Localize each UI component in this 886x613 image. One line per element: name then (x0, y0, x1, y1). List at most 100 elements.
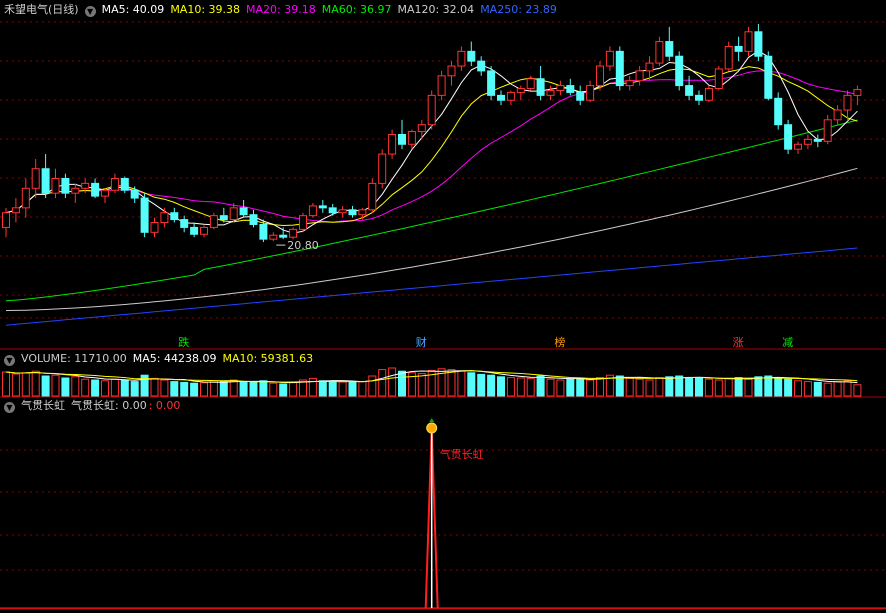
candle-body (200, 226, 208, 235)
candle-body (487, 70, 496, 96)
event-marker: 减 (782, 336, 793, 349)
candle-body (477, 60, 486, 72)
candle-body (764, 55, 773, 99)
volume-bar (635, 378, 644, 397)
candle-body (625, 80, 634, 87)
candle-body (437, 75, 446, 96)
volume-bar (685, 377, 694, 397)
candle-body (318, 205, 327, 209)
candle-body (655, 41, 664, 64)
volume-bar (150, 377, 159, 397)
candle-body (378, 153, 387, 184)
volume-bar (209, 380, 218, 397)
candle-body (447, 65, 456, 77)
ma60-line (5, 119, 858, 302)
volume-bar (31, 370, 40, 397)
candle-body (249, 214, 258, 225)
candle-body (457, 50, 466, 67)
candle-body (279, 234, 288, 238)
candle-body (110, 178, 119, 191)
candle-body (2, 212, 10, 228)
candle-body (516, 88, 525, 93)
candle-body (556, 85, 565, 91)
candle-body (21, 187, 30, 209)
volume-bar (180, 381, 189, 397)
signal-icon (426, 422, 438, 434)
candle-body (615, 50, 624, 87)
ma250-line (5, 247, 858, 326)
volume-bar (566, 378, 575, 397)
event-marker: 榜 (554, 335, 565, 349)
candle-body (51, 178, 60, 194)
candle-body (744, 31, 753, 52)
candle-body (427, 94, 436, 126)
candle-body (140, 197, 149, 233)
volume-bar (754, 376, 763, 397)
volume-bar (586, 379, 595, 397)
candle-body (180, 219, 189, 228)
candle-body (734, 45, 743, 52)
candle-body (71, 187, 80, 194)
event-marker: 跌 (178, 335, 189, 349)
volume-bar (813, 381, 822, 397)
candle-body (794, 143, 802, 150)
volume-bar (596, 377, 604, 397)
candle-body (605, 50, 614, 67)
volume-bar (61, 377, 70, 397)
low-price-label: 20.80 (287, 239, 319, 252)
volume-bar (853, 384, 862, 397)
candle-body (823, 119, 832, 142)
volume-bar (625, 377, 634, 397)
kline-chart[interactable]: 20.80 跌 财 榜 涨 减气贯长虹 (0, 0, 886, 613)
candle-body (170, 212, 179, 221)
volume-bar (170, 381, 179, 397)
candle-body (269, 234, 278, 240)
volume-bar (516, 377, 525, 397)
candle-body (398, 133, 406, 145)
ma10-line (5, 66, 858, 227)
volume-bar (843, 380, 852, 397)
volume-bar (249, 381, 258, 397)
volume-bar (289, 381, 298, 397)
candle-body (31, 168, 40, 189)
volume-bar (21, 372, 30, 397)
volume-bar (794, 380, 802, 397)
candle-body (596, 65, 604, 87)
candle-body (160, 212, 169, 224)
volume-bar (457, 370, 466, 397)
candle-body (338, 209, 347, 214)
candle-body (714, 68, 723, 90)
volume-bar (467, 372, 476, 397)
volume-bar (81, 378, 90, 397)
candle-body (586, 85, 595, 101)
volume-bar (41, 375, 50, 397)
volume-bar (764, 375, 773, 397)
candle-body (41, 168, 50, 194)
candle-body (190, 226, 199, 235)
candle-body (61, 178, 70, 194)
volume-bar (714, 379, 723, 397)
candle-body (229, 207, 238, 221)
candle-body (289, 228, 298, 238)
volume-bar (269, 382, 278, 397)
candle-body (566, 85, 575, 93)
candle-body (536, 78, 545, 96)
candle-body (813, 138, 822, 142)
candle-body (388, 133, 397, 155)
candle-body (506, 91, 515, 101)
candle-body (576, 91, 585, 101)
candle-body (645, 62, 654, 72)
volume-bar (695, 377, 703, 397)
volume-bar (576, 377, 585, 397)
volume-bar (368, 375, 377, 397)
candle-body (130, 189, 139, 199)
candle-body (853, 89, 862, 96)
candle-body (348, 209, 357, 216)
candle-body (81, 182, 90, 189)
volume-bar (239, 381, 248, 397)
volume-bar (417, 373, 426, 397)
volume-bar (655, 377, 664, 397)
candle-body (358, 209, 367, 216)
candle-body (724, 45, 733, 70)
candle-body (407, 131, 416, 145)
